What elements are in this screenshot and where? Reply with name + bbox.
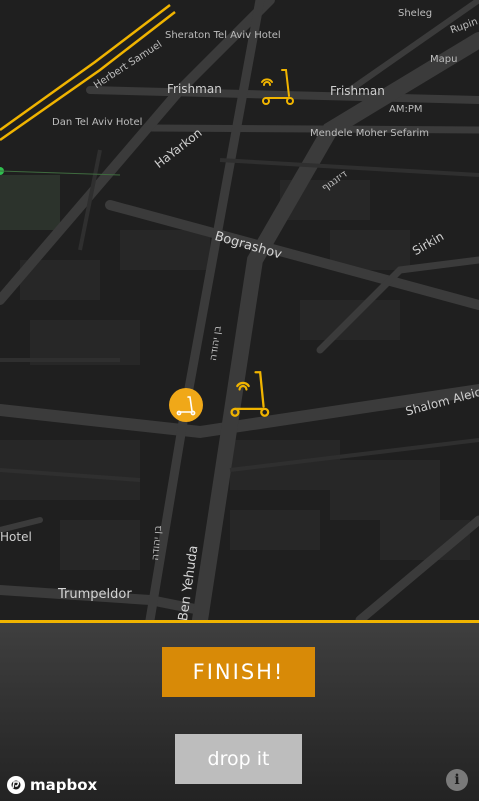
user-location-icon xyxy=(169,388,203,422)
map-view[interactable]: Herbert Samuel Sheraton Tel Aviv Hotel S… xyxy=(0,0,479,620)
action-panel: FINISH! drop it xyxy=(0,620,479,801)
poi-label-dan-hotel: Dan Tel Aviv Hotel xyxy=(52,117,143,128)
street-label-frishman-right: Frishman xyxy=(330,84,385,98)
street-label-sheleg: Sheleg xyxy=(398,8,433,19)
mapbox-logo-text: mapbox xyxy=(30,776,98,794)
scooter-marker[interactable] xyxy=(228,370,274,418)
street-label-mendele: Mendele Moher Sefarim xyxy=(310,128,430,139)
user-location-marker[interactable] xyxy=(168,387,204,423)
poi-label-ampm: AM:PM xyxy=(389,104,423,115)
street-label-frishman-left: Frishman xyxy=(167,82,222,96)
scooter-icon xyxy=(230,371,270,417)
street-label-mapu: Mapu xyxy=(430,54,458,65)
street-label-sheraton: Sheraton Tel Aviv Hotel xyxy=(165,30,281,41)
map-streets xyxy=(0,0,479,620)
poi-label-hotel: Hotel xyxy=(0,530,32,544)
street-label-trumpeldor: Trumpeldor xyxy=(58,587,132,602)
finish-button[interactable]: FINISH! xyxy=(162,647,315,697)
drop-it-button[interactable]: drop it xyxy=(175,734,302,784)
info-icon[interactable]: i xyxy=(446,769,468,791)
mapbox-logo-icon xyxy=(7,776,25,794)
scooter-marker[interactable] xyxy=(258,68,298,108)
scooter-icon xyxy=(261,69,294,105)
mapbox-logo[interactable]: mapbox xyxy=(6,775,97,795)
